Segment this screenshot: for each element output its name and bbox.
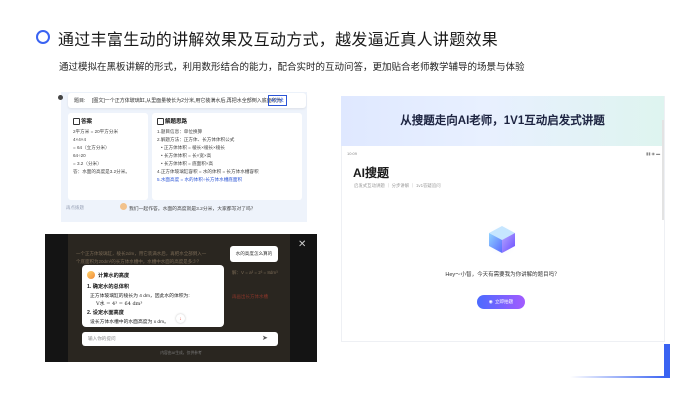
take-photo-button[interactable]: ◉ 立即拍题 — [477, 295, 525, 309]
disclaimer: 内容由AI生成，仅供参考 — [160, 351, 202, 355]
bullet-ring-icon — [36, 30, 50, 44]
greeting-text: Hey～小智，今天有需要我为你讲解的题目吗？ — [445, 272, 560, 278]
teacher-bubble: 我们一起作答。水面的高度就是3.2分米，大家都写对了吗？ — [129, 207, 256, 212]
send-icon[interactable]: ➤ — [262, 334, 268, 342]
answer-line: = 64（立方分米） — [73, 145, 110, 150]
analysis-line-highlight: 5.水面高度 = 水的体积÷长方体水槽底面积 — [157, 177, 243, 182]
board-line: 一个正方体玻璃缸，棱长2dm，用它装满水后，再把水全部倒入一 — [76, 251, 207, 256]
answer-line: 2平方米 = 20平方分米 — [73, 129, 119, 134]
banner-title: 从搜题走向AI老师，1V1互动启发式讲题 — [400, 115, 605, 127]
bullet-dot-icon — [58, 95, 63, 100]
retry-hint[interactable]: 再点拨题 — [66, 205, 84, 211]
question-label: 题目: — [74, 98, 86, 104]
analysis-line: 1.题目信息：单位换算 — [157, 129, 203, 134]
board-line-red: 再画出长方体水槽 — [232, 294, 268, 299]
decor-line — [570, 376, 666, 378]
analysis-icon — [157, 118, 164, 125]
app-title: AI搜题 — [353, 166, 390, 180]
question-highlight: 4分米 — [268, 95, 287, 106]
analysis-heading: 解题思路 — [165, 119, 188, 125]
close-icon[interactable]: ✕ — [298, 239, 306, 250]
answer-line: 4×4×4 — [73, 137, 87, 142]
scroll-down-icon[interactable]: ↓ — [176, 314, 185, 323]
take-photo-label: 立即拍题 — [494, 299, 514, 304]
analysis-line: • 长方体体积 = 底面积×高 — [161, 161, 214, 166]
volume-formula: V水 = 4³ = 64 dm³ — [96, 301, 143, 307]
analysis-line: • 正方体体积 = 棱长×棱长×棱长 — [161, 145, 226, 150]
answer-line: 答：水面的高度是3.2分米。 — [73, 169, 130, 174]
question-chip[interactable]: 水的高度怎么算的 — [230, 246, 278, 262]
ai-avatar-icon — [87, 271, 95, 279]
step-two: 2. 设定水面高度 — [87, 310, 124, 316]
status-time: 10:09 — [347, 151, 358, 156]
page-subtitle: 通过模拟在黑板讲解的形式，利用数形结合的能力，配合实时的互动问答，更加贴合老师教… — [59, 62, 525, 73]
teacher-avatar — [120, 203, 127, 210]
step-one: 1. 确定水的总体积 — [87, 284, 130, 290]
answer-icon — [73, 118, 80, 125]
status-icons: ▮▮ ◉ ▬ — [646, 151, 661, 156]
analysis-line: • 长方体体积 = 长×宽×高 — [161, 153, 212, 158]
question-text: [图文]一个正方体玻璃缸,从里面量棱长为2分米,用它装满水后,再把水全部倒入底面… — [92, 98, 282, 104]
question-input-placeholder: 输入你的提问 — [88, 336, 116, 341]
analysis-line: 2.解题方法：正方体、长方体体积公式 — [157, 137, 235, 142]
decor-bar — [664, 344, 670, 378]
answer-line: = 3.2（分米） — [73, 161, 102, 166]
board-line: 解：V = a³ = 2³ = 8dm³ — [232, 270, 278, 275]
camera-icon: ◉ — [488, 299, 493, 304]
app-subtitle: 启发式互动讲题 ｜ 分步讲解 ｜ 1v1答疑追问 — [354, 183, 441, 188]
scrollbar[interactable] — [662, 120, 664, 220]
step-two-desc: 设长方体水槽中的水面高度为 x dm。 — [90, 320, 169, 325]
step-one-desc: 正方体玻璃缸的棱长为 4 dm，因此水的体积为: — [90, 294, 190, 299]
page-title: 通过丰富生动的讲解效果及互动方式，越发逼近真人讲题效果 — [58, 32, 499, 49]
card-title: 计算水的高度 — [98, 273, 130, 279]
analysis-line: 4.正方体玻璃缸容积 = 水的体积 = 长方体水槽容积 — [157, 169, 259, 174]
ai-cube-icon — [485, 224, 519, 257]
answer-heading: 答案 — [81, 119, 93, 125]
answer-line: 64÷20 — [73, 153, 86, 158]
